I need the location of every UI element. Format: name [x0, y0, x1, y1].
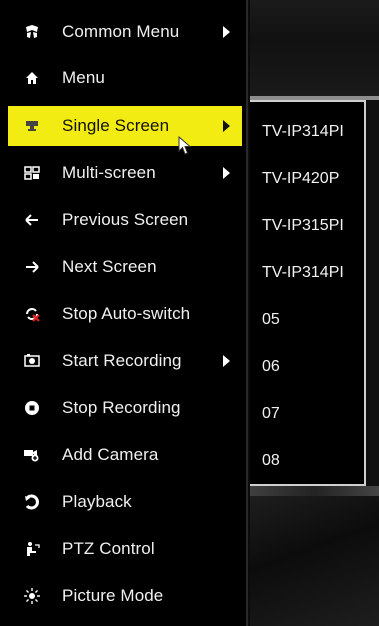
- nvr-live-view: Common Menu Menu Single Screen Multi-scr…: [0, 0, 379, 626]
- menu-item-single-screen[interactable]: Single Screen: [8, 106, 242, 146]
- menu-item-add-camera[interactable]: Add Camera: [8, 435, 242, 475]
- submenu-item-camera-2[interactable]: TV-IP420P: [262, 159, 366, 199]
- menu-item-label: Next Screen: [62, 257, 157, 276]
- menu-item-picture-mode[interactable]: Picture Mode: [8, 576, 242, 616]
- submenu-item-camera-3[interactable]: TV-IP315PI: [262, 206, 366, 246]
- record-icon: [22, 354, 42, 368]
- context-menu: Common Menu Menu Single Screen Multi-scr…: [0, 0, 248, 626]
- menu-item-label: Single Screen: [62, 116, 170, 135]
- menu-item-label: Start Recording: [62, 351, 182, 370]
- chevron-right-icon: [223, 26, 230, 38]
- chevron-right-icon: [223, 120, 230, 132]
- menu-item-multi-screen[interactable]: Multi-screen: [8, 153, 242, 193]
- menu-item-start-recording[interactable]: Start Recording: [8, 341, 242, 381]
- camera-view-top[interactable]: [250, 0, 379, 100]
- submenu-item-camera-8[interactable]: 08: [262, 441, 366, 481]
- add-camera-icon: [22, 448, 42, 462]
- home-icon: [22, 71, 42, 85]
- playback-icon: [22, 494, 42, 510]
- menu-item-label: Stop Recording: [62, 398, 181, 417]
- grid-star-icon: [22, 24, 42, 40]
- arrow-right-icon: [22, 261, 42, 273]
- ptz-icon: [22, 541, 42, 557]
- menu-item-label: Add Camera: [62, 445, 159, 464]
- menu-item-previous-screen[interactable]: Previous Screen: [8, 200, 242, 240]
- multi-screen-icon: [22, 166, 42, 180]
- chevron-right-icon: [223, 167, 230, 179]
- menu-item-label: Playback: [62, 492, 132, 511]
- chevron-right-icon: [223, 355, 230, 367]
- mouse-cursor-icon: [178, 136, 192, 155]
- menu-item-label: Picture Mode: [62, 586, 164, 605]
- stop-switch-icon: [22, 306, 42, 322]
- camera-view-right: [366, 100, 379, 486]
- submenu-item-camera-6[interactable]: 06: [262, 347, 366, 387]
- menu-item-label: Common Menu: [62, 22, 180, 41]
- menu-item-common-menu[interactable]: Common Menu: [8, 12, 242, 52]
- single-screen-icon: [22, 119, 42, 133]
- submenu-item-camera-5[interactable]: 05: [262, 300, 366, 340]
- menu-item-playback[interactable]: Playback: [8, 482, 242, 522]
- menu-item-menu[interactable]: Menu: [8, 58, 242, 98]
- single-screen-submenu: TV-IP314PI TV-IP420P TV-IP315PI TV-IP314…: [250, 100, 366, 486]
- menu-item-stop-auto-switch[interactable]: Stop Auto-switch: [8, 294, 242, 334]
- menu-item-stop-recording[interactable]: Stop Recording: [8, 388, 242, 428]
- arrow-left-icon: [22, 214, 42, 226]
- submenu-item-camera-1[interactable]: TV-IP314PI: [262, 112, 366, 152]
- menu-item-ptz-control[interactable]: PTZ Control: [8, 529, 242, 569]
- menu-item-label: Stop Auto-switch: [62, 304, 191, 323]
- menu-item-label: PTZ Control: [62, 539, 155, 558]
- submenu-item-camera-7[interactable]: 07: [262, 394, 366, 434]
- picture-mode-icon: [22, 588, 42, 604]
- menu-item-label: Previous Screen: [62, 210, 189, 229]
- menu-item-label: Menu: [62, 68, 105, 87]
- stop-record-icon: [22, 400, 42, 416]
- menu-item-label: Multi-screen: [62, 163, 156, 182]
- submenu-item-camera-4[interactable]: TV-IP314PI: [262, 253, 366, 293]
- menu-item-next-screen[interactable]: Next Screen: [8, 247, 242, 287]
- camera-view-bottom[interactable]: [250, 486, 379, 626]
